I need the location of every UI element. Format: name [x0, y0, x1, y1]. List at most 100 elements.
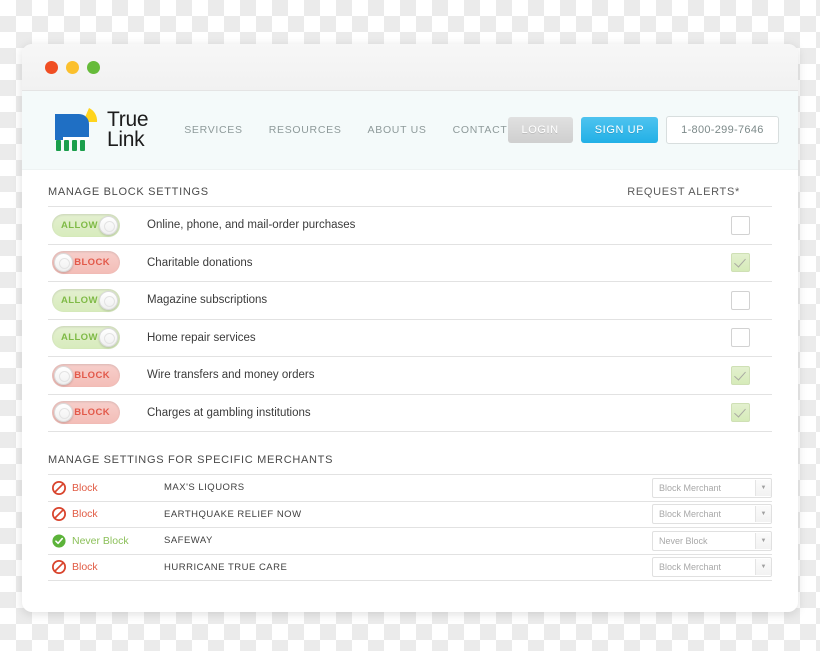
- nav-item-contact[interactable]: CONTACT: [453, 124, 508, 136]
- request-alert-checkbox[interactable]: [730, 365, 750, 385]
- page-content: MANAGE BLOCK SETTINGS REQUEST ALERTS* AL…: [22, 170, 798, 581]
- setting-label: Charitable donations: [147, 256, 253, 269]
- allow-block-toggle[interactable]: ALLOW: [52, 326, 120, 350]
- setting-label: Charges at gambling institutions: [147, 406, 311, 419]
- alert-checkbox-cell: [708, 365, 772, 385]
- toggle-cell: BLOCK: [48, 363, 138, 387]
- nav-item-about-us[interactable]: ABOUT US: [368, 124, 427, 136]
- toggle-label: BLOCK: [74, 369, 110, 381]
- request-alert-checkbox[interactable]: [730, 290, 750, 310]
- merchant-status-label: Never Block: [72, 534, 129, 547]
- toggle-label: ALLOW: [61, 294, 98, 306]
- window-titlebar: [22, 44, 798, 91]
- request-alert-checkbox[interactable]: [730, 215, 750, 235]
- close-button[interactable]: [45, 60, 58, 74]
- merchant-action-dropdown[interactable]: Block Merchant ▼: [652, 557, 772, 578]
- browser-window: True Link SERVICES RESOURCES ABOUT US CO…: [22, 44, 798, 612]
- nav-item-resources[interactable]: RESOURCES: [269, 124, 342, 136]
- login-button[interactable]: LOGIN: [507, 117, 573, 143]
- merchant-settings-section: MANAGE SETTINGS FOR SPECIFIC MERCHANTS B…: [48, 454, 772, 581]
- merchant-action-value: Block Merchant: [659, 509, 722, 520]
- toggle-cell: ALLOW: [48, 326, 138, 350]
- minimize-button[interactable]: [66, 60, 79, 74]
- logo-text: True Link: [107, 108, 149, 150]
- merchant-action-value: Block Merchant: [659, 482, 722, 493]
- logo[interactable]: True Link: [51, 106, 149, 154]
- main-navigation: SERVICES RESOURCES ABOUT US CONTACT: [184, 124, 507, 136]
- toggle-knob[interactable]: [99, 290, 118, 310]
- chevron-down-icon[interactable]: ▼: [755, 559, 771, 576]
- merchant-status-label: Block: [72, 508, 98, 521]
- block-setting-row: ALLOW Online, phone, and mail-order purc…: [48, 207, 772, 245]
- request-alert-checkbox[interactable]: [730, 253, 750, 273]
- merchant-action-dropdown[interactable]: Never Block ▼: [652, 530, 772, 551]
- block-circle-slash-icon: [52, 507, 66, 522]
- allow-block-toggle[interactable]: ALLOW: [52, 213, 120, 237]
- toggle-cell: BLOCK: [48, 401, 138, 425]
- allow-block-toggle[interactable]: BLOCK: [52, 401, 120, 425]
- chevron-down-icon[interactable]: ▼: [755, 506, 771, 523]
- chevron-down-icon[interactable]: ▼: [755, 479, 771, 496]
- setting-label: Wire transfers and money orders: [147, 369, 315, 382]
- toggle-knob[interactable]: [99, 215, 118, 235]
- alert-checkbox-cell: [708, 290, 772, 310]
- merchant-status: Block: [48, 560, 140, 575]
- request-alert-checkbox[interactable]: [730, 328, 750, 348]
- toggle-knob[interactable]: [99, 328, 118, 348]
- request-alerts-column-header: REQUEST ALERTS*: [627, 186, 740, 198]
- logo-text-line1: True: [107, 108, 149, 132]
- merchant-action-dropdown[interactable]: Block Merchant ▼: [652, 477, 772, 498]
- setting-label: Online, phone, and mail-order purchases: [147, 219, 356, 232]
- merchant-row: Never Block SAFEWAY Never Block ▼: [48, 528, 772, 555]
- toggle-label: BLOCK: [74, 407, 110, 419]
- block-setting-row: BLOCK Charges at gambling institutions: [48, 395, 772, 432]
- block-settings-title: MANAGE BLOCK SETTINGS: [48, 186, 209, 198]
- block-setting-row: ALLOW Home repair services: [48, 320, 772, 357]
- merchant-status-label: Block: [72, 481, 98, 494]
- merchant-list: Block MAX'S LIQUORS Block Merchant ▼ Blo…: [48, 474, 772, 581]
- merchant-settings-header: MANAGE SETTINGS FOR SPECIFIC MERCHANTS: [48, 454, 772, 474]
- block-setting-row: BLOCK Wire transfers and money orders: [48, 357, 772, 395]
- merchant-name: SAFEWAY: [164, 535, 213, 547]
- toggle-cell: ALLOW: [48, 213, 138, 237]
- block-circle-slash-icon: [52, 480, 66, 495]
- merchant-select-cell: Block Merchant ▼: [652, 477, 772, 498]
- phone-number-button[interactable]: 1-800-299-7646: [666, 116, 779, 144]
- merchant-status-label: Block: [72, 561, 98, 574]
- merchant-select-cell: Never Block ▼: [652, 530, 772, 551]
- merchant-select-cell: Block Merchant ▼: [652, 557, 772, 578]
- merchant-action-value: Block Merchant: [659, 562, 722, 573]
- toggle-knob[interactable]: [54, 365, 73, 385]
- site-header: True Link SERVICES RESOURCES ABOUT US CO…: [22, 91, 798, 170]
- alert-checkbox-cell: [708, 328, 772, 348]
- chevron-down-icon[interactable]: ▼: [755, 532, 771, 549]
- merchant-name: HURRICANE TRUE CARE: [164, 561, 288, 573]
- allow-block-toggle[interactable]: BLOCK: [52, 251, 120, 275]
- toggle-label: BLOCK: [74, 257, 110, 269]
- request-alert-checkbox[interactable]: [730, 403, 750, 423]
- alert-checkbox-cell: [708, 403, 772, 423]
- signup-button[interactable]: SIGN UP: [580, 117, 659, 143]
- header-actions: LOGIN SIGN UP 1-800-299-7646: [507, 116, 779, 144]
- setting-label: Magazine subscriptions: [147, 294, 268, 307]
- allow-block-toggle[interactable]: ALLOW: [52, 288, 120, 312]
- toggle-knob[interactable]: [54, 403, 73, 423]
- merchant-action-dropdown[interactable]: Block Merchant ▼: [652, 504, 772, 525]
- toggle-label: ALLOW: [61, 219, 98, 231]
- toggle-label: ALLOW: [61, 332, 98, 344]
- merchant-status: Block: [48, 507, 140, 522]
- nav-item-services[interactable]: SERVICES: [184, 124, 243, 136]
- merchant-row: Block MAX'S LIQUORS Block Merchant ▼: [48, 475, 772, 502]
- block-settings-list: ALLOW Online, phone, and mail-order purc…: [48, 206, 772, 432]
- toggle-knob[interactable]: [54, 253, 73, 273]
- setting-label: Home repair services: [147, 331, 256, 344]
- toggle-cell: BLOCK: [48, 251, 138, 275]
- merchant-row: Block HURRICANE TRUE CARE Block Merchant…: [48, 555, 772, 581]
- allow-block-toggle[interactable]: BLOCK: [52, 363, 120, 387]
- merchant-settings-title: MANAGE SETTINGS FOR SPECIFIC MERCHANTS: [48, 454, 334, 466]
- maximize-button[interactable]: [87, 60, 100, 74]
- merchant-name: EARTHQUAKE RELIEF NOW: [164, 508, 302, 520]
- merchant-select-cell: Block Merchant ▼: [652, 504, 772, 525]
- merchant-name: MAX'S LIQUORS: [164, 482, 245, 494]
- alert-checkbox-cell: [708, 253, 772, 273]
